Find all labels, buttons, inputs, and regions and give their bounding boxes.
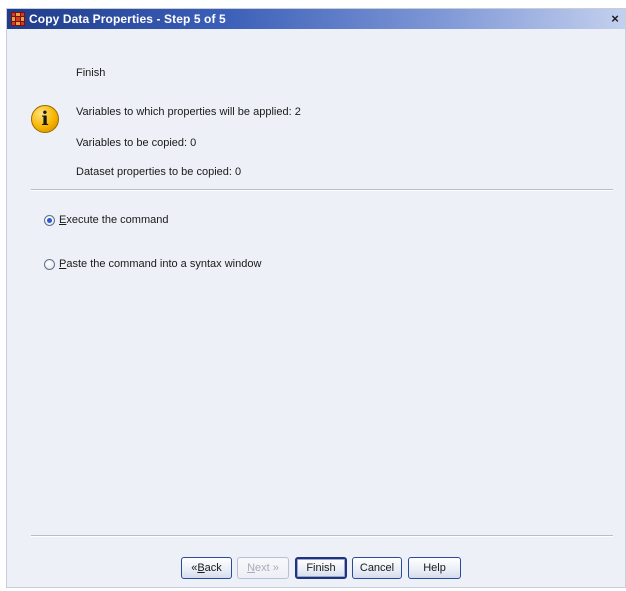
window-title: Copy Data Properties - Step 5 of 5 (29, 12, 226, 26)
next-button[interactable]: Next » (237, 557, 289, 579)
execute-radio[interactable] (44, 214, 55, 226)
paste-radio[interactable] (44, 258, 55, 270)
section-divider (31, 189, 613, 191)
close-button[interactable]: × (607, 11, 623, 27)
info-icon: i (31, 105, 59, 133)
finish-button[interactable]: Finish (295, 557, 347, 579)
summary-dataset-count: Dataset properties to be copied: 0 (76, 166, 242, 178)
footer-divider (31, 535, 613, 537)
spss-app-icon (11, 12, 25, 26)
paste-label: Paste the command into a syntax window (59, 258, 262, 270)
summary-applied-count: Variables to which properties will be ap… (76, 106, 301, 118)
cancel-button[interactable]: Cancel (352, 557, 402, 579)
back-button[interactable]: « Back (181, 557, 232, 579)
execute-command-option[interactable]: Execute the command (44, 214, 168, 226)
copy-data-properties-dialog: Copy Data Properties - Step 5 of 5 × Fin… (6, 8, 626, 588)
paste-command-option[interactable]: Paste the command into a syntax window (44, 258, 261, 270)
title-bar[interactable]: Copy Data Properties - Step 5 of 5 × (7, 9, 625, 29)
help-button[interactable]: Help (408, 557, 461, 579)
step-heading: Finish (76, 67, 106, 79)
execute-label: Execute the command (59, 214, 169, 226)
summary-copied-count: Variables to be copied: 0 (76, 137, 197, 149)
